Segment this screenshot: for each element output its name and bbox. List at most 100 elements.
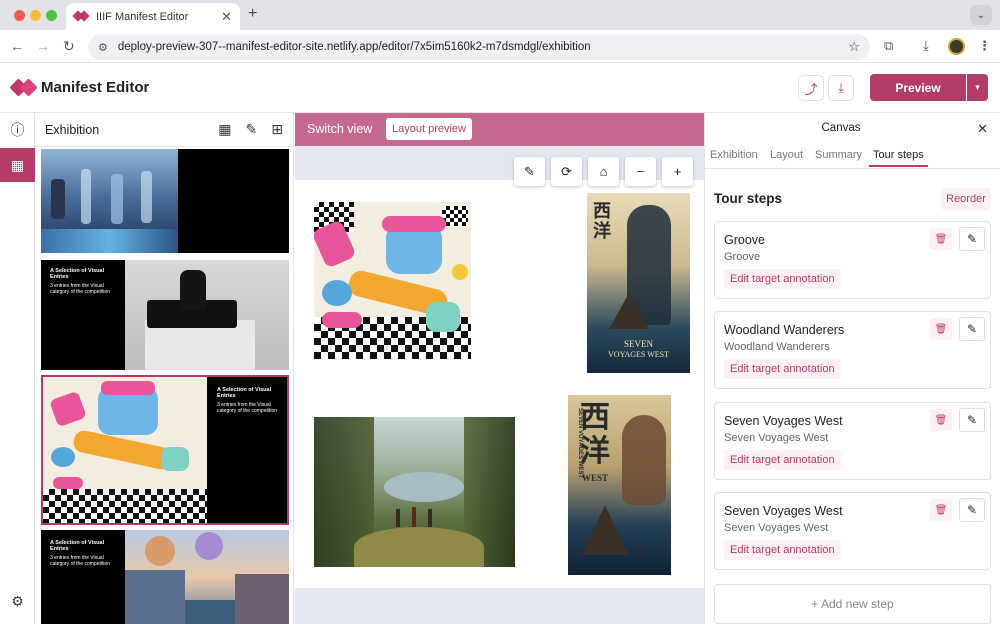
draw-pencil-button[interactable]: ✎: [514, 157, 545, 186]
preview-dropdown-chevron-icon[interactable]: ▾: [967, 74, 988, 101]
switch-view-bar: Switch view Layout preview: [295, 113, 704, 146]
zoom-out-button[interactable]: −: [625, 157, 656, 186]
share-button[interactable]: ⤴: [798, 75, 824, 101]
delete-step-button[interactable]: 🗑: [930, 499, 952, 521]
tab-menu-chevron-icon[interactable]: ⌄: [970, 5, 992, 25]
edit-step-button[interactable]: ✎: [959, 498, 985, 522]
poster-top-title-line2: VOYAGES WEST: [608, 350, 669, 359]
edit-step-button[interactable]: ✎: [959, 227, 985, 251]
zoom-in-button[interactable]: +: [662, 157, 693, 186]
canvas-thumbnail[interactable]: A Selection of Visual Entries 3 entries …: [41, 260, 289, 370]
exhibition-panel: Exhibition ▦ ✎ ⊞ A Selection of Visual E…: [35, 113, 294, 624]
step-title: Groove: [724, 233, 765, 247]
delete-step-button[interactable]: 🗑: [930, 318, 952, 340]
browser-tab[interactable]: IIIF Manifest Editor ✕: [66, 3, 240, 30]
tour-steps-heading: Tour steps: [714, 191, 783, 206]
trash-icon: 🗑: [934, 323, 948, 335]
home-icon: ⌂: [599, 164, 608, 179]
tour-step-card[interactable]: Seven Voyages West Seven Voyages West Ed…: [714, 402, 991, 480]
step-title: Seven Voyages West: [724, 504, 843, 518]
tab-tour-steps[interactable]: Tour steps: [869, 149, 928, 167]
grid-view-icon[interactable]: ▦: [218, 121, 231, 138]
groove-image: [43, 377, 207, 523]
pencil-icon: ✎: [966, 232, 978, 246]
tour-step-card[interactable]: Groove Groove Edit target annotation 🗑 ✎: [714, 221, 991, 299]
switch-view-label[interactable]: Switch view: [307, 122, 372, 136]
canvas-thumbnail-selected[interactable]: A Selection of Visual Entries 3 entries …: [41, 375, 289, 525]
edit-pencil-icon[interactable]: ✎: [246, 121, 258, 138]
step-subtitle: Seven Voyages West: [724, 432, 829, 444]
edit-step-button[interactable]: ✎: [959, 317, 985, 341]
tab-exhibition[interactable]: Exhibition: [710, 149, 758, 161]
profile-avatar[interactable]: [948, 38, 965, 55]
exhibition-panel-header: Exhibition ▦ ✎ ⊞: [35, 113, 293, 147]
thumbnail-caption: A Selection of Visual Entries 3 entries …: [217, 387, 278, 414]
back-arrow-icon[interactable]: ←: [10, 38, 24, 54]
address-bar[interactable]: ⚙ deploy-preview-307--manifest-editor-si…: [88, 34, 870, 60]
rotate-icon: ⟳: [561, 163, 572, 179]
new-tab-icon[interactable]: +: [248, 5, 257, 23]
poster-top-glyphs: 西洋: [593, 201, 611, 241]
url-text: deploy-preview-307--manifest-editor-site…: [117, 41, 591, 53]
edit-step-button[interactable]: ✎: [959, 408, 985, 432]
poster-bottom-glyphs: 西洋: [580, 401, 610, 468]
step-title: Woodland Wanderers: [724, 323, 845, 337]
add-new-step-button[interactable]: + Add new step: [714, 584, 991, 624]
browser-menu-icon[interactable]: ⋮: [978, 38, 991, 54]
download-button[interactable]: ⤓: [828, 75, 854, 101]
trash-icon: 🗑: [934, 233, 948, 245]
reload-icon[interactable]: ↻: [63, 38, 75, 55]
info-icon[interactable]: ⓘ: [0, 113, 35, 147]
thumbnail-caption: A Selection of Visual Entries 3 entries …: [50, 540, 111, 567]
woodland-wanderers-painting[interactable]: [314, 417, 515, 567]
canvas-thumbnail[interactable]: A Selection of Visual Entries 3 entries …: [41, 530, 289, 624]
canvas-thumbnail[interactable]: [41, 149, 289, 253]
tab-close-icon[interactable]: ✕: [221, 9, 232, 25]
plus-icon: +: [673, 164, 682, 179]
browser-tab-bar: IIIF Manifest Editor ✕ + ⌄: [0, 0, 1000, 30]
city-crowd-image: [41, 149, 178, 253]
edit-target-annotation-button[interactable]: Edit target annotation: [724, 359, 841, 379]
edit-target-annotation-button[interactable]: Edit target annotation: [724, 450, 841, 470]
tab-summary[interactable]: Summary: [815, 149, 862, 161]
settings-gear-icon[interactable]: ⚙: [0, 584, 35, 618]
edit-target-annotation-button[interactable]: Edit target annotation: [724, 269, 841, 289]
window-minimize-button[interactable]: [30, 10, 41, 21]
delete-step-button[interactable]: 🗑: [930, 228, 952, 250]
window-zoom-button[interactable]: [46, 10, 57, 21]
tour-step-card[interactable]: Woodland Wanderers Woodland Wanderers Ed…: [714, 311, 991, 389]
close-icon[interactable]: ✕: [977, 121, 988, 137]
poster-bottom-word: WEST: [582, 473, 609, 483]
tour-step-card[interactable]: Seven Voyages West Seven Voyages West Ed…: [714, 492, 991, 570]
window-close-button[interactable]: [14, 10, 25, 21]
grid-layout-icon[interactable]: ▦: [0, 148, 35, 182]
bookmark-star-icon[interactable]: ☆: [848, 39, 860, 55]
pencil-icon: ✎: [524, 163, 535, 179]
rotate-button[interactable]: ⟳: [551, 157, 582, 186]
step-subtitle: Woodland Wanderers: [724, 341, 830, 353]
preview-button[interactable]: Preview: [870, 74, 966, 101]
sculpture-image: [125, 260, 289, 370]
site-info-icon[interactable]: ⚙: [98, 41, 108, 54]
favicon-icon: [72, 9, 90, 22]
edit-target-annotation-button[interactable]: Edit target annotation: [724, 540, 841, 560]
seven-voyages-poster-top[interactable]: 西洋 SEVEN VOYAGES WEST: [587, 193, 690, 373]
layout-preview-button[interactable]: Layout preview: [386, 118, 472, 140]
browser-toolbar: ← → ↻ ⚙ deploy-preview-307--manifest-edi…: [0, 30, 1000, 63]
groove-artwork[interactable]: [314, 202, 471, 359]
forward-arrow-icon[interactable]: →: [36, 38, 50, 54]
app-header: Manifest Editor ⤴ ⤓ Preview ▾: [0, 63, 1000, 113]
tab-layout[interactable]: Layout: [770, 149, 803, 161]
manifest-editor-logo-icon: [9, 78, 38, 97]
add-canvas-icon[interactable]: ⊞: [271, 121, 283, 138]
tab-title: IIIF Manifest Editor: [96, 10, 189, 23]
delete-step-button[interactable]: 🗑: [930, 409, 952, 431]
share-icon: ⤴: [804, 81, 818, 97]
thumbnail-caption: A Selection of Visual Entries 3 entries …: [50, 268, 111, 295]
downloads-icon[interactable]: ⤓: [923, 38, 929, 54]
home-button[interactable]: ⌂: [588, 157, 619, 186]
reorder-button[interactable]: Reorder: [941, 188, 991, 210]
seven-voyages-poster-bottom[interactable]: SEVEN VOYAGES WEST 西洋 WEST: [568, 395, 671, 575]
extensions-icon[interactable]: ⧉: [884, 38, 893, 54]
canvas-viewer[interactable]: ✎ ⟳ ⌂ − + 西洋 SEVEN VOYAGES WEST SEVEN VO…: [295, 146, 704, 624]
